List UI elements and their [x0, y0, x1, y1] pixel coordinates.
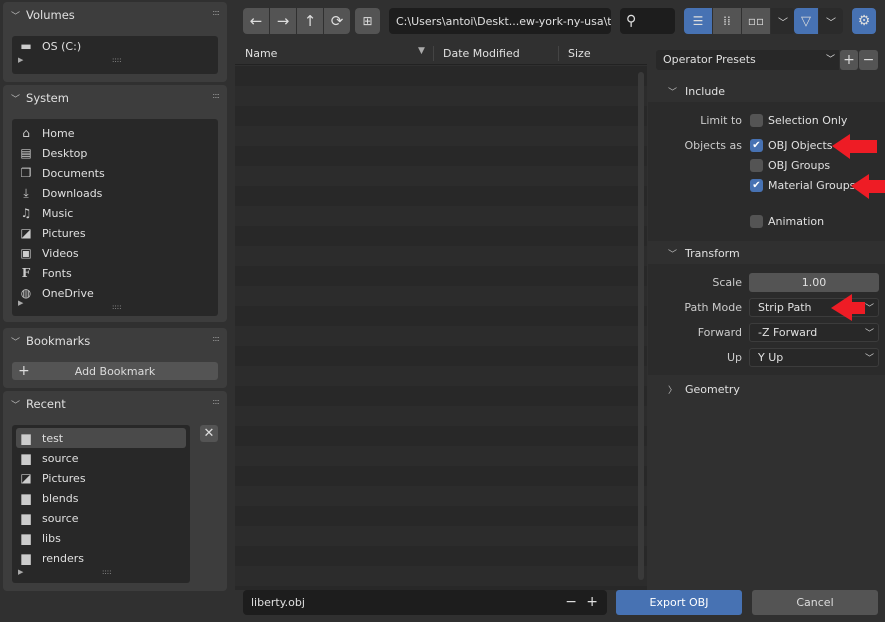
red-arrow-icon: [851, 174, 885, 199]
increment-filename-button[interactable]: +: [586, 590, 598, 615]
red-arrow-icon: [832, 134, 877, 159]
annotation-arrows: [831, 134, 885, 321]
red-arrow-icon: [831, 294, 865, 321]
decrement-filename-button[interactable]: −: [565, 590, 577, 615]
cancel-button[interactable]: Cancel: [752, 590, 878, 615]
filename-input[interactable]: liberty.obj − +: [243, 590, 607, 615]
filename-value: liberty.obj: [251, 596, 305, 609]
export-obj-button[interactable]: Export OBJ: [616, 590, 742, 615]
